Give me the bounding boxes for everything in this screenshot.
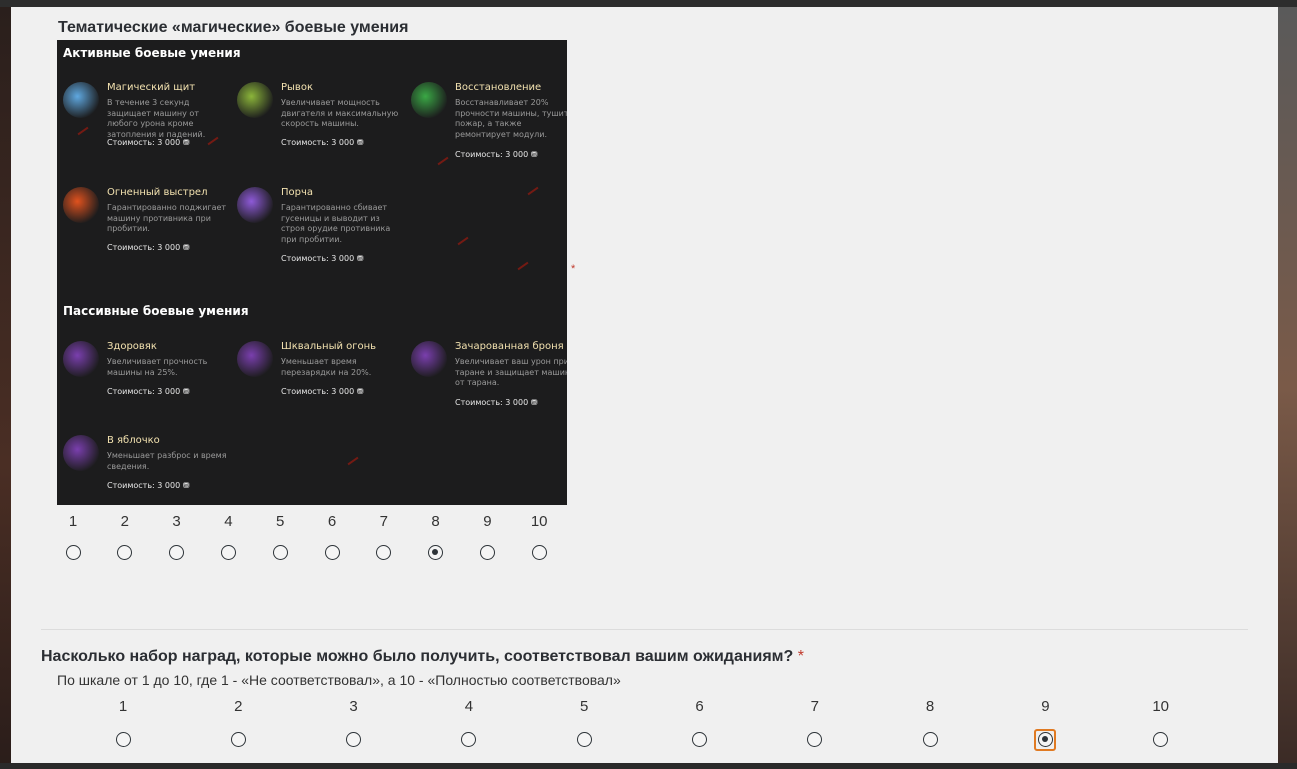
skill-cost: Стоимость: 3 000 ⛃ — [455, 398, 538, 407]
potion-icon — [411, 82, 447, 118]
rating-radio-2[interactable] — [230, 732, 246, 747]
decor-spark — [77, 126, 89, 136]
browser-top-bar — [0, 0, 1297, 7]
skill-name: В яблочко — [107, 435, 160, 446]
armor-icon — [411, 341, 447, 377]
skill-cost: Стоимость: 3 000 ⛃ — [281, 254, 364, 263]
rating-radio-10[interactable] — [1153, 732, 1169, 747]
rating-radio-1[interactable] — [65, 545, 81, 560]
decor-spark — [457, 236, 469, 246]
scale-label-6: 6 — [695, 698, 704, 715]
skill-description: Увеличивает мощность двигателя и максима… — [281, 98, 399, 128]
decor-spark — [517, 261, 529, 271]
scale-label-7: 7 — [810, 698, 819, 715]
decor-spark — [437, 156, 449, 166]
fireball-icon — [63, 187, 99, 223]
rating-radio-4[interactable] — [461, 732, 477, 747]
skill-cost: Стоимость: 3 000 ⛃ — [107, 138, 190, 147]
scale-label-4: 4 — [224, 513, 233, 530]
rating-radio-10[interactable] — [531, 545, 547, 560]
skills-infographic: Активные боевые умения Пассивные боевые … — [57, 40, 567, 505]
rating-radio-7[interactable] — [376, 545, 392, 560]
scale-label-1: 1 — [118, 698, 128, 715]
skill-cost: Стоимость: 3 000 ⛃ — [281, 387, 364, 396]
skill-description: В течение 3 секунд защищает машину от лю… — [107, 98, 206, 139]
rating-radio-1[interactable] — [115, 732, 131, 747]
rating-radio-2[interactable] — [117, 545, 133, 560]
question-2-required-mark: * — [797, 648, 804, 665]
page-background-right — [1278, 7, 1297, 769]
curse-icon — [237, 187, 273, 223]
rating-radio-5[interactable] — [272, 545, 288, 560]
rating-radio-8[interactable] — [428, 545, 444, 560]
question-1-required-mark: * — [571, 263, 576, 275]
question-2-subtitle: По шкале от 1 до 10, где 1 - «Не соответ… — [57, 672, 621, 688]
survey-panel: Тематические «магические» боевые умения … — [11, 7, 1278, 763]
skill-cost: Стоимость: 3 000 ⛃ — [455, 150, 538, 159]
scale-label-3: 3 — [172, 513, 181, 530]
skill-name: Огненный выстрел — [107, 187, 208, 198]
rating-radio-7[interactable] — [807, 732, 823, 747]
scale-label-10: 10 — [530, 513, 548, 530]
skill-name: Восстановление — [455, 82, 542, 93]
rating-radio-3[interactable] — [346, 732, 362, 747]
skill-cost: Стоимость: 3 000 ⛃ — [281, 138, 364, 147]
health-icon — [63, 341, 99, 377]
question-2-title: Насколько набор наград, которые можно бы… — [41, 648, 804, 666]
skill-description: Гарантированно поджигает машину противни… — [107, 203, 227, 233]
scale-label-2: 2 — [234, 698, 243, 715]
question-2-title-text: Насколько набор наград, которые можно бы… — [41, 648, 794, 665]
skill-description: Восстанавливает 20% прочности машины, ту… — [455, 98, 567, 139]
rating-radio-4[interactable] — [220, 545, 236, 560]
skill-name: Здоровяк — [107, 341, 157, 352]
rating-radio-5[interactable] — [576, 732, 592, 747]
scale-label-7: 7 — [379, 513, 388, 530]
rating-radio-6[interactable] — [692, 732, 707, 747]
rating-radio-9[interactable] — [1037, 732, 1053, 747]
scale-label-1: 1 — [68, 513, 78, 530]
scale-label-3: 3 — [349, 698, 358, 715]
skill-cost: Стоимость: 3 000 ⛃ — [107, 387, 190, 396]
skill-name: Порча — [281, 187, 314, 198]
scale-label-9: 9 — [1041, 698, 1050, 715]
skill-name: Магический щит — [107, 82, 196, 93]
scale-label-6: 6 — [327, 513, 337, 530]
skill-description: Уменьшает время перезарядки на 20%. — [281, 357, 372, 377]
skill-name: Рывок — [281, 82, 313, 93]
question-1-title: Тематические «магические» боевые умения — [58, 19, 408, 37]
scale-label-8: 8 — [431, 513, 440, 530]
decor-spark — [527, 186, 539, 196]
target-icon — [63, 435, 99, 471]
scale-label-8: 8 — [925, 698, 935, 715]
question-1-title-text: Тематические «магические» боевые умения — [58, 19, 409, 36]
question-divider — [41, 629, 1248, 630]
skill-description: Увеличивает прочность машины на 25%. — [107, 357, 208, 377]
rating-radio-8[interactable] — [922, 732, 938, 747]
skill-description: Уменьшает разброс и время сведения. — [107, 451, 227, 471]
dash-icon — [237, 82, 273, 118]
skill-description: Гарантированно сбивает гусеницы и выводи… — [281, 203, 391, 244]
scale-label-5: 5 — [580, 698, 589, 715]
decor-spark — [347, 456, 359, 466]
skill-name: Шквальный огонь — [281, 341, 377, 352]
scale-label-4: 4 — [464, 698, 474, 715]
passive-skills-heading: Пассивные боевые умения — [63, 304, 249, 318]
scale-label-2: 2 — [120, 513, 129, 530]
skill-name: Зачарованная броня — [455, 341, 564, 352]
pumpkin-shield-icon — [63, 82, 99, 118]
scale-label-10: 10 — [1152, 698, 1170, 715]
skill-cost: Стоимость: 3 000 ⛃ — [107, 243, 190, 252]
reload-icon — [237, 341, 273, 377]
page-background-left — [0, 7, 11, 769]
rating-radio-6[interactable] — [324, 545, 340, 560]
scale-label-9: 9 — [483, 513, 492, 530]
active-skills-heading: Активные боевые умения — [63, 46, 241, 60]
taskbar-edge — [0, 763, 1297, 769]
rating-radio-3[interactable] — [169, 545, 185, 560]
scale-label-5: 5 — [276, 513, 285, 530]
rating-radio-9[interactable] — [479, 545, 495, 560]
skill-cost: Стоимость: 3 000 ⛃ — [107, 481, 190, 490]
skill-description: Увеличивает ваш урон при таране и защища… — [455, 357, 567, 387]
